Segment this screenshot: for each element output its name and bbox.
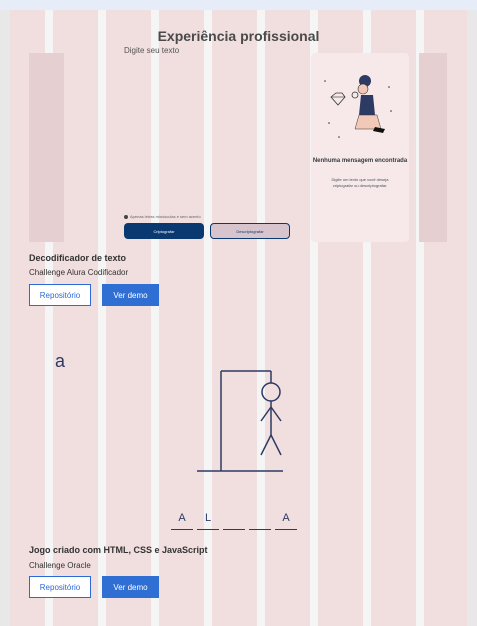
letter-slot-char [249, 511, 271, 525]
letter-slot [223, 511, 245, 530]
letter-slot [249, 511, 271, 530]
view-demo-button[interactable]: Ver demo [102, 576, 159, 598]
section-title: Experiência profissional [157, 28, 320, 44]
project-preview-hangman[interactable]: a A L A [29, 345, 447, 535]
preview-text-placeholder: Digite seu texto [124, 46, 180, 55]
preview-right-panel [419, 53, 447, 242]
project-subtitle: Challenge Oracle [29, 561, 91, 570]
preview-result-card: Nenhuma mensagem encontrada Digite um te… [311, 53, 409, 242]
preview-encrypt-button: Criptografar [124, 223, 204, 239]
letter-slot-char: A [282, 512, 290, 524]
repository-button[interactable]: Repositório [29, 576, 91, 598]
project-subtitle: Challenge Alura Codificador [29, 268, 129, 277]
view-demo-button[interactable]: Ver demo [102, 284, 159, 306]
project-title: Decodificador de texto [29, 253, 127, 263]
letter-slot: A [171, 511, 193, 530]
repository-button[interactable]: Repositório [29, 284, 91, 306]
letter-slot: A [275, 511, 297, 530]
word-slots: A L A [171, 511, 297, 530]
letter-slot-char [223, 511, 245, 525]
letter-slot-char: L [204, 512, 212, 524]
wrong-letter: a [55, 351, 66, 371]
preview-warning: Apenas letras minúsculas e sem acento [124, 214, 201, 219]
preview-empty-title: Nenhuma mensagem encontrada [312, 158, 408, 164]
gallows-icon [197, 370, 283, 472]
preview-warning-text: Apenas letras minúsculas e sem acento [130, 214, 201, 219]
experience-section: Experiência profissional Digite seu text… [0, 0, 477, 626]
info-icon [124, 214, 128, 219]
person-with-diamond-illustration [324, 75, 392, 138]
preview-decrypt-button: Descriptografar [210, 223, 290, 239]
preview-empty-text: Digite um texto que você deseja criptogr… [331, 177, 389, 188]
project-title: Jogo criado com HTML, CSS e JavaScript [29, 545, 208, 555]
project-preview-decoder[interactable]: Digite seu texto Apenas letras minúscula… [29, 46, 447, 246]
letter-slot-char: A [178, 512, 186, 524]
letter-slot: L [197, 511, 219, 530]
preview-left-panel [29, 53, 64, 242]
